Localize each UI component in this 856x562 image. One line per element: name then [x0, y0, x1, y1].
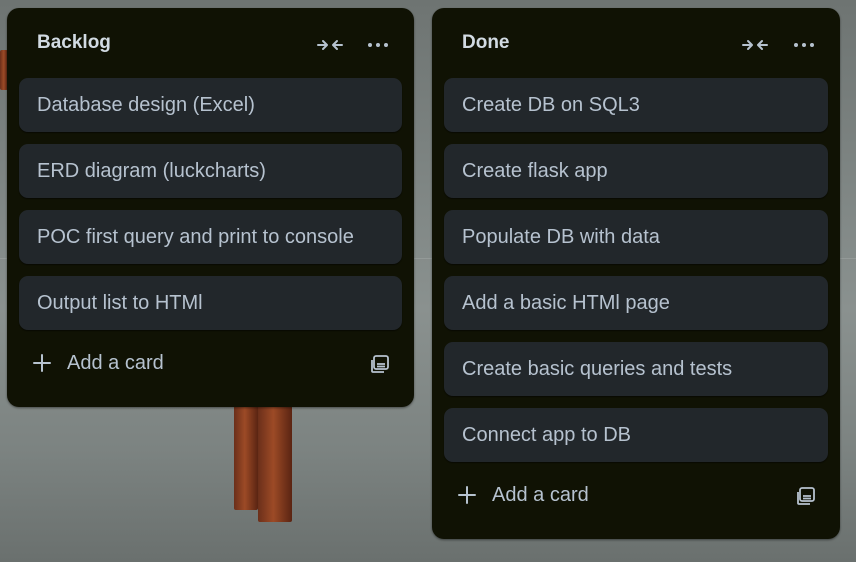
card-list: Database design (Excel) ERD diagram (luc… — [7, 78, 414, 330]
card[interactable]: Connect app to DB — [444, 408, 828, 462]
more-horizontal-icon[interactable] — [362, 32, 394, 58]
card-list: Create DB on SQL3 Create flask app Popul… — [432, 78, 840, 462]
list-title[interactable]: Backlog — [37, 32, 111, 54]
card-title: Populate DB with data — [462, 225, 660, 248]
card[interactable]: Create basic queries and tests — [444, 342, 828, 396]
card[interactable]: Create flask app — [444, 144, 828, 198]
pier-post — [258, 400, 292, 522]
card[interactable]: Add a basic HTMl page — [444, 276, 828, 330]
card[interactable]: Database design (Excel) — [19, 78, 402, 132]
pier-post — [234, 400, 258, 510]
list-footer: Add a card — [432, 462, 840, 528]
card-title: Create basic queries and tests — [462, 357, 733, 380]
list-footer: Add a card — [7, 330, 414, 396]
card-title: Database design (Excel) — [37, 93, 255, 116]
card-title: Create flask app — [462, 159, 608, 182]
card-template-icon[interactable] — [368, 352, 392, 376]
card-template-icon[interactable] — [794, 484, 818, 508]
card-title: Connect app to DB — [462, 423, 631, 446]
card-title: Output list to HTMl — [37, 291, 203, 314]
add-card-label: Add a card — [67, 351, 164, 374]
add-card-button[interactable]: Add a card — [31, 352, 164, 375]
add-card-label: Add a card — [492, 483, 589, 506]
plus-icon — [33, 354, 51, 372]
card-title: ERD diagram (luckcharts) — [37, 159, 266, 182]
card[interactable]: ERD diagram (luckcharts) — [19, 144, 402, 198]
list-header: Done — [432, 8, 840, 78]
card-title: POC first query and print to console — [37, 225, 354, 248]
card-title: Add a basic HTMl page — [462, 291, 670, 314]
more-horizontal-icon[interactable] — [788, 32, 820, 58]
card[interactable]: Output list to HTMl — [19, 276, 402, 330]
list-done: Done Create DB on SQL3 Create flask app … — [432, 8, 840, 539]
card[interactable]: Create DB on SQL3 — [444, 78, 828, 132]
plus-icon — [458, 486, 476, 504]
card-title: Create DB on SQL3 — [462, 93, 640, 116]
list-header: Backlog — [7, 8, 414, 78]
collapse-arrows-icon[interactable] — [314, 32, 346, 58]
add-card-button[interactable]: Add a card — [456, 484, 589, 507]
list-backlog: Backlog Database design (Excel) ERD diag… — [7, 8, 414, 407]
list-title[interactable]: Done — [462, 32, 510, 54]
card[interactable]: POC first query and print to console — [19, 210, 402, 264]
card[interactable]: Populate DB with data — [444, 210, 828, 264]
collapse-arrows-icon[interactable] — [739, 32, 771, 58]
